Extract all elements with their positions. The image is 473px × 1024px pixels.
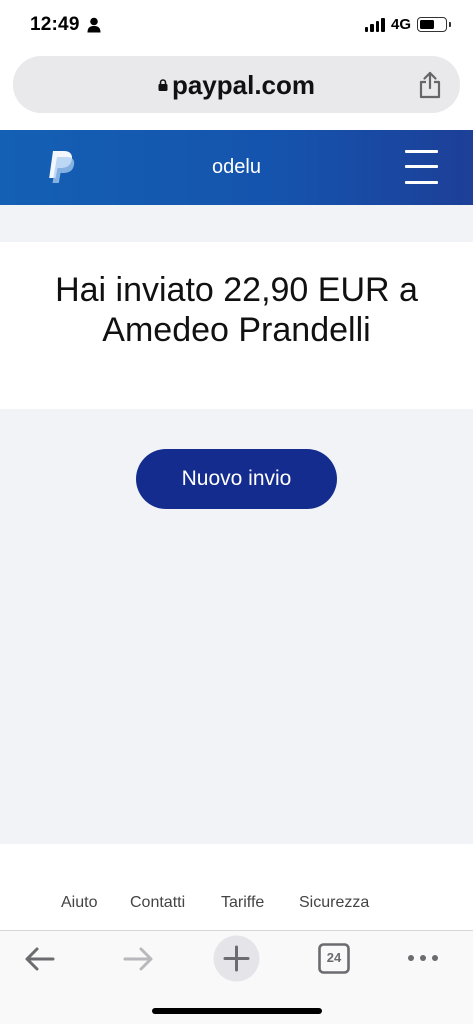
address-bar[interactable]: paypal.com xyxy=(13,56,460,113)
url-display[interactable]: paypal.com xyxy=(13,70,460,101)
plus-icon[interactable] xyxy=(213,935,260,982)
network-label: 4G xyxy=(390,16,411,33)
hamburger-menu-icon[interactable] xyxy=(405,150,438,184)
footer-link-contacts[interactable]: Contatti xyxy=(130,894,185,912)
new-send-button[interactable]: Nuovo invio xyxy=(136,449,337,509)
footer-link-help[interactable]: Aiuto xyxy=(61,894,97,912)
header-spacer xyxy=(0,205,473,242)
forward-arrow-icon[interactable] xyxy=(122,946,154,972)
browser-toolbar: 24 xyxy=(0,930,473,1024)
browser-address-area: paypal.com xyxy=(0,52,473,130)
footer-link-fees[interactable]: Tariffe xyxy=(221,894,264,912)
battery-icon xyxy=(417,17,451,32)
paypal-header: odelu xyxy=(0,130,473,205)
person-icon xyxy=(87,17,101,33)
signal-icon xyxy=(364,17,385,32)
lock-icon xyxy=(158,79,168,91)
tab-count: 24 xyxy=(326,950,342,965)
status-indicators: 4G xyxy=(364,16,451,33)
main-content: Nuovo invio xyxy=(0,409,473,844)
confirmation-card: Hai inviato 22,90 EUR a Amedeo Prandelli xyxy=(0,242,473,409)
back-arrow-icon[interactable] xyxy=(24,946,56,972)
footer-link-security[interactable]: Sicurezza xyxy=(299,894,369,912)
share-icon[interactable] xyxy=(418,71,442,99)
confirmation-message: Hai inviato 22,90 EUR a Amedeo Prandelli xyxy=(55,271,418,349)
footer: Aiuto Contatti Tariffe Sicurezza xyxy=(0,844,473,930)
more-icon[interactable] xyxy=(407,953,439,963)
account-username[interactable]: odelu xyxy=(0,156,473,179)
url-text: paypal.com xyxy=(171,70,316,100)
battery-level xyxy=(420,20,435,29)
tabs-icon[interactable]: 24 xyxy=(318,943,350,974)
status-time: 12:49 xyxy=(30,14,80,35)
status-bar: 12:49 4G xyxy=(0,0,473,52)
home-indicator[interactable] xyxy=(152,1008,322,1014)
